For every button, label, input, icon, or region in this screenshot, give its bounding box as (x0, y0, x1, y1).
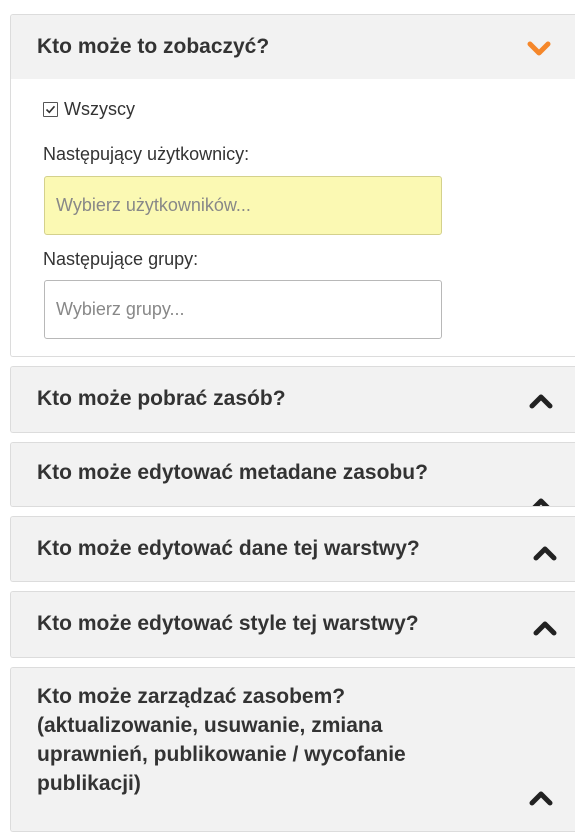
edit-data-permissions-title: Kto może edytować dane tej warstwy? (37, 537, 420, 560)
view-permissions-panel: Kto może to zobaczyć? Wszyscy Następując… (10, 14, 575, 357)
chevron-up-icon[interactable] (527, 788, 555, 808)
edit-styles-permissions-title: Kto może edytować style tej warstwy? (37, 612, 419, 635)
groups-placeholder: Wybierz grupy... (56, 299, 185, 319)
groups-select-input[interactable]: Wybierz grupy... (44, 280, 442, 339)
manage-permissions-title: Kto może zarządzać zasobem? (aktualizowa… (37, 682, 406, 798)
edit-metadata-permissions-header[interactable]: Kto może edytować metadane zasobu? (11, 443, 575, 507)
groups-label: Następujące grupy: (43, 249, 199, 269)
chevron-down-icon[interactable] (525, 39, 553, 59)
manage-title-line: uprawnień, publikowanie / wycofanie (37, 743, 406, 766)
chevron-up-icon[interactable] (531, 618, 559, 638)
manage-permissions-panel[interactable]: Kto może zarządzać zasobem? (aktualizowa… (10, 667, 575, 832)
manage-title-line: Kto może zarządzać zasobem? (37, 685, 346, 708)
everyone-label: Wszyscy (64, 99, 135, 119)
edit-metadata-permissions-panel[interactable]: Kto może edytować metadane zasobu? (10, 442, 575, 507)
view-permissions-title: Kto może to zobaczyć? (37, 35, 270, 58)
chevron-up-icon[interactable] (527, 391, 555, 411)
users-placeholder: Wybierz użytkowników... (56, 195, 251, 215)
edit-styles-permissions-header[interactable]: Kto może edytować style tej warstwy? (11, 592, 575, 657)
download-permissions-header[interactable]: Kto może pobrać zasób? (11, 367, 575, 432)
edit-data-permissions-header[interactable]: Kto może edytować dane tej warstwy? (11, 517, 575, 581)
check-icon (45, 105, 56, 114)
view-permissions-body: Wszyscy Następujący użytkownicy: Wybierz… (11, 79, 575, 356)
edit-metadata-permissions-title: Kto może edytować metadane zasobu? (37, 461, 428, 484)
everyone-checkbox[interactable] (43, 102, 58, 117)
manage-permissions-header[interactable]: Kto może zarządzać zasobem? (aktualizowa… (11, 668, 575, 831)
view-permissions-header[interactable]: Kto może to zobaczyć? (11, 15, 575, 79)
manage-title-line: publikacji) (37, 772, 141, 795)
users-select-input[interactable]: Wybierz użytkowników... (44, 176, 442, 235)
download-permissions-title: Kto może pobrać zasób? (37, 387, 286, 410)
edit-styles-permissions-panel[interactable]: Kto może edytować style tej warstwy? (10, 591, 575, 658)
edit-data-permissions-panel[interactable]: Kto może edytować dane tej warstwy? (10, 516, 575, 582)
download-permissions-panel[interactable]: Kto może pobrać zasób? (10, 366, 575, 433)
chevron-up-icon[interactable] (527, 495, 555, 507)
manage-title-line: (aktualizowanie, usuwanie, zmiana (37, 714, 383, 737)
chevron-up-icon[interactable] (531, 543, 559, 563)
everyone-checkbox-row[interactable]: Wszyscy (43, 99, 135, 120)
users-label: Następujący użytkownicy: (43, 144, 250, 164)
